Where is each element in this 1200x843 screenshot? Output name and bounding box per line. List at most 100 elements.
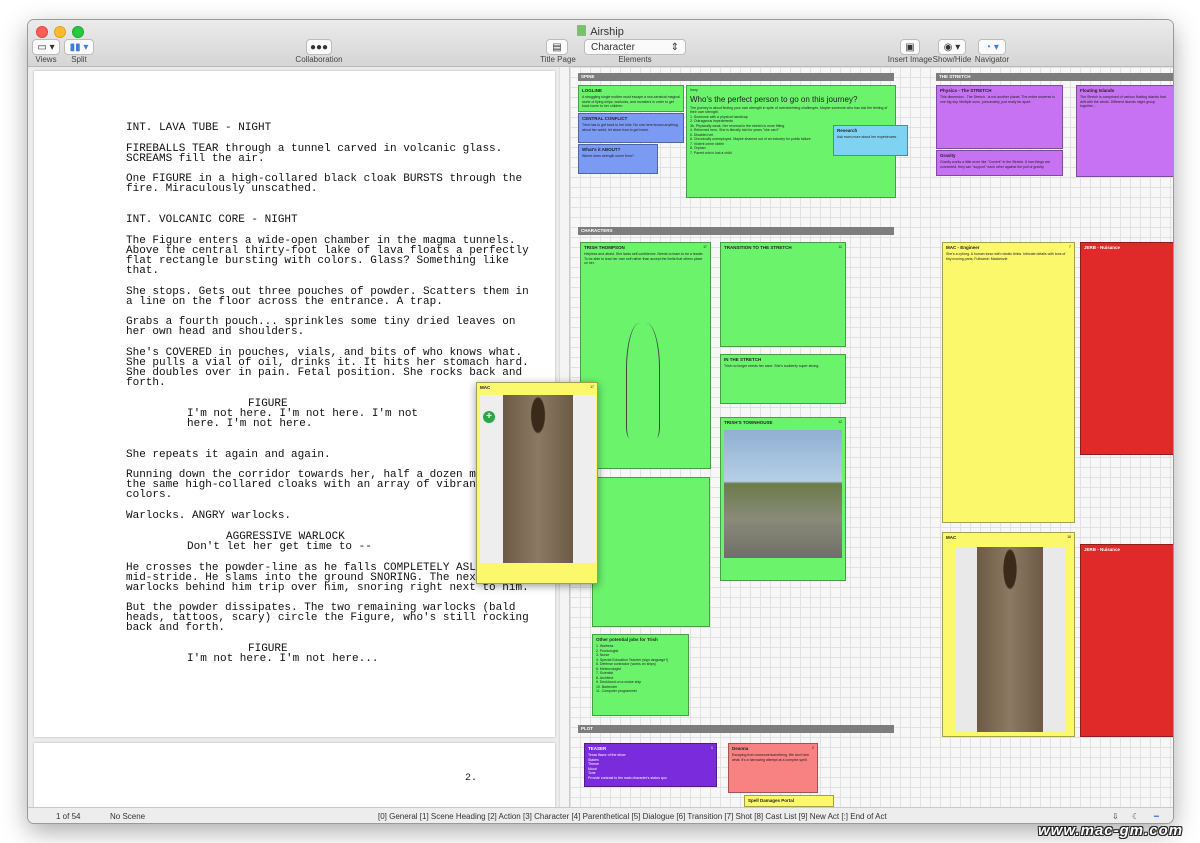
microphone-icon[interactable]: ⇩ xyxy=(1112,812,1119,821)
collaboration-button[interactable]: ●●● xyxy=(306,39,332,55)
scene-heading[interactable]: INT. VOLCANIC CORE - NIGHT xyxy=(126,215,298,226)
action-line[interactable]: Warlocks. ANGRY warlocks. xyxy=(126,511,291,522)
dialogue-line[interactable]: I'm not here. I'm not here... xyxy=(187,654,378,665)
split-label: Split xyxy=(71,55,87,64)
people-icon: ●●● xyxy=(309,41,329,53)
action-line[interactable]: that. xyxy=(126,266,159,277)
card-logline[interactable]: LOGLINE A struggling single mother must … xyxy=(578,85,684,112)
card-page: 2 xyxy=(812,746,814,750)
card-mac-engineer[interactable]: MAC - Engineer 7 She's a cyborg. A human… xyxy=(942,242,1075,523)
character-sketch xyxy=(626,323,660,438)
card-page: 1 xyxy=(711,746,713,750)
card-spell-damages-portal[interactable]: Spell Damages Portal xyxy=(744,795,834,807)
card-central-conflict[interactable]: CENTRAL CONFLICT Trish has to get back t… xyxy=(578,113,684,143)
card-page: 7 xyxy=(1069,245,1071,249)
document-icon xyxy=(577,25,587,36)
action-line[interactable]: warlocks behind him trip over him, snori… xyxy=(126,583,529,594)
card-title: Gravity xyxy=(940,153,956,158)
action-line[interactable]: fire. Miraculously unscathed. xyxy=(126,184,317,195)
title-page-icon: ▤ xyxy=(552,41,562,53)
dark-mode-icon[interactable]: ☾ xyxy=(1132,812,1139,821)
compass-icon: ◔ ▾ xyxy=(985,41,999,53)
script-page-2[interactable]: 2. xyxy=(34,743,555,807)
action-line[interactable]: a line on the floor across the entrance.… xyxy=(126,297,443,308)
card-body: The journey is about finding your own st… xyxy=(690,105,888,115)
action-line[interactable]: SCREAMS fill the air. xyxy=(126,154,265,165)
card-transition-stretch[interactable]: TRANSITION TO THE STRETCH 11 xyxy=(720,242,846,347)
window-title: Airship xyxy=(28,25,1173,38)
action-line[interactable]: her own head and shoulders. xyxy=(126,327,304,338)
card-page: 17 xyxy=(703,245,707,249)
elements-label: Elements xyxy=(618,55,652,64)
image-icon: ▣ xyxy=(905,41,915,53)
card-jerb-nuisance-2[interactable]: JERB - Nuisance xyxy=(1080,544,1173,737)
views-label: Views xyxy=(35,55,57,64)
views-button[interactable]: ▭ ▾ xyxy=(32,39,60,55)
element-type-select[interactable]: Character ⇕ xyxy=(584,39,686,55)
element-shortcuts: [0] General [1] Scene Heading [2] Action… xyxy=(378,812,887,821)
card-floating-islands[interactable]: Floating Islands The Stretch is comprise… xyxy=(1076,85,1173,177)
card-list-item: Provide contrast to the main character's… xyxy=(588,775,667,780)
card-title: Deanna xyxy=(732,746,749,751)
dragged-card-mac[interactable]: MAC 17 + xyxy=(476,382,598,584)
element-type-value: Character xyxy=(591,41,635,53)
card-trishs-townhouse[interactable]: TRISH'S TOWNHOUSE 12 xyxy=(720,417,846,581)
card-trish-notes[interactable] xyxy=(592,477,710,627)
card-gravity[interactable]: Gravity Gravity works a little more like… xyxy=(936,150,1063,176)
action-line[interactable]: the same high-collared cloaks with an ar… xyxy=(126,480,482,491)
card-mac[interactable]: MAC 18 xyxy=(942,532,1075,737)
card-jerb-nuisance[interactable]: JERB - Nuisance xyxy=(1080,242,1173,455)
split-button[interactable]: ▮▮ ▾ xyxy=(64,39,94,55)
action-line[interactable]: colors. xyxy=(126,490,172,501)
zoom-control-icon[interactable]: ━ xyxy=(1154,812,1159,821)
section-characters[interactable]: CHARACTERS xyxy=(578,227,894,235)
action-line[interactable]: flat rectangle bursting with colors. Gla… xyxy=(126,256,509,267)
section-plot[interactable]: PLOT xyxy=(578,725,894,733)
card-title: CENTRAL CONFLICT xyxy=(582,116,628,121)
card-body: Gravity works a little more like "Curren… xyxy=(940,160,1051,169)
split-icon: ▮▮ ▾ xyxy=(69,41,89,53)
card-body: Trish has to get back to her kids. No on… xyxy=(582,123,678,132)
title-bar: Airship ▭ ▾ Views ▮▮ ▾ Split ●●● Collabo… xyxy=(28,20,1173,67)
card-research[interactable]: Research Ask mom more about her experien… xyxy=(833,125,908,156)
card-in-the-stretch[interactable]: IN THE STRETCH Trish no longer needs her… xyxy=(720,354,846,404)
mac-character-image xyxy=(955,547,1065,732)
card-whats-about[interactable]: What's it ABOUT? Where does strength com… xyxy=(578,144,658,174)
card-deanna[interactable]: Deanna 2 Escaping from someone/something… xyxy=(728,743,818,793)
card-title: JERB - Nuisance xyxy=(1084,547,1121,552)
scene-heading[interactable]: INT. LAVA TUBE - NIGHT xyxy=(126,123,271,134)
card-title: Spell Damages Portal xyxy=(748,798,795,803)
card-list-item: 11. Computer programmer xyxy=(596,689,637,693)
card-title: Floating Islands xyxy=(1080,88,1115,93)
action-line[interactable]: forth. xyxy=(126,378,166,389)
card-title: MAC xyxy=(946,535,957,540)
card-title: MAC xyxy=(480,385,491,390)
add-plus-icon: + xyxy=(483,411,495,423)
card-teaser[interactable]: TEASER 1 Texas flavor of the show Stakes… xyxy=(584,743,717,787)
card-body: Escaping from someone/something. We don'… xyxy=(732,753,810,762)
eye-icon: ◉ ▾ xyxy=(943,41,961,53)
card-title: TRISH THOMPSON xyxy=(584,245,625,250)
corkboard-canvas[interactable]: SPINE CHARACTERS PLOT THE STRETCH LOGLIN… xyxy=(569,67,1173,807)
action-line[interactable]: She doubles over in pain. Fetal position… xyxy=(126,368,522,379)
title-page-button[interactable]: ▤ xyxy=(546,39,568,55)
card-title: What's it ABOUT? xyxy=(582,147,621,152)
show-hide-button[interactable]: ◉ ▾ xyxy=(938,39,966,55)
card-physics-stretch[interactable]: Physics - The STRETCH This dimension - T… xyxy=(936,85,1063,149)
navigator-button[interactable]: ◔ ▾ xyxy=(978,39,1006,55)
card-body: This dimension - The Stretch - is not an… xyxy=(940,95,1055,104)
card-title: TRANSITION TO THE STRETCH xyxy=(724,245,792,250)
dialogue-line[interactable]: Don't let her get time to -- xyxy=(187,542,372,553)
card-other-jobs[interactable]: Other potential jobs for Trish 1. Waitre… xyxy=(592,634,689,716)
section-spine[interactable]: SPINE xyxy=(578,73,894,81)
card-body: Trish no longer needs her cane. She's su… xyxy=(724,364,820,368)
mac-drag-image xyxy=(480,395,596,563)
insert-image-button[interactable]: ▣ xyxy=(900,39,920,55)
card-trish-thompson[interactable]: TRISH THOMPSON 17 Helpless and afraid. S… xyxy=(580,242,711,469)
action-line[interactable]: She repeats it again and again. xyxy=(126,450,331,461)
dialogue-line[interactable]: here. I'm not here. xyxy=(187,419,312,430)
app-window: Airship ▭ ▾ Views ▮▮ ▾ Split ●●● Collabo… xyxy=(28,20,1173,823)
action-line[interactable]: back and forth. xyxy=(126,623,225,634)
section-the-stretch[interactable]: THE STRETCH xyxy=(936,73,1173,81)
card-page: 17 xyxy=(590,385,594,389)
